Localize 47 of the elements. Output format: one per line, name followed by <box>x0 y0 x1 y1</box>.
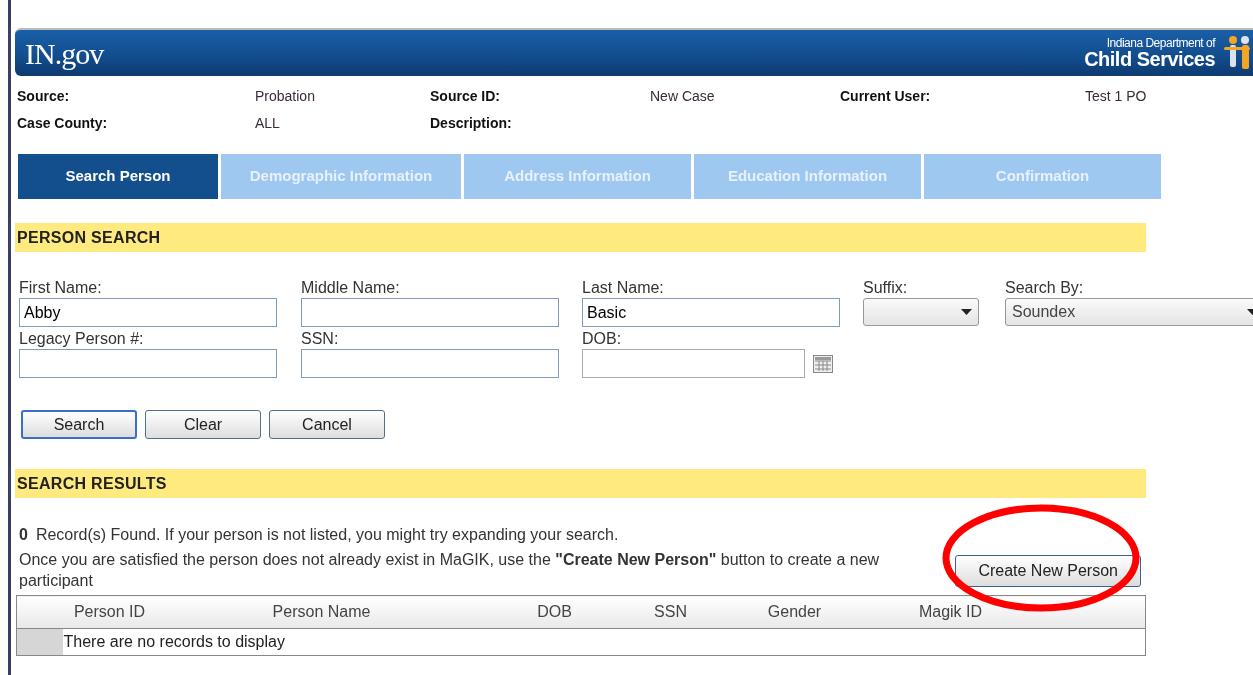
field-label: Case County: <box>17 115 108 131</box>
column-header: Magik ID <box>918 603 983 620</box>
column-header: Person ID <box>73 603 146 620</box>
site-logo[interactable]: IN.gov <box>25 30 104 76</box>
result-message: Record(s) Found. If your person is not listed, you might try expanding your search. <box>35 526 619 543</box>
field-label: Search By: <box>1005 278 1085 298</box>
input-field[interactable] <box>19 349 277 378</box>
field-label: Current User: <box>840 88 931 104</box>
dropdown[interactable]: Soundex <box>1005 298 1253 326</box>
calendar-icon[interactable] <box>813 354 833 373</box>
field-value: Probation <box>255 88 315 104</box>
form-button[interactable]: Cancel <box>269 410 385 439</box>
field-label: Suffix: <box>863 278 909 298</box>
input-field[interactable]: Basic <box>582 298 840 327</box>
field-value: Test 1 PO <box>1085 88 1147 104</box>
field-label: Last Name: <box>582 278 665 298</box>
field-label: SSN: <box>301 329 340 349</box>
section-header: SEARCH RESULTS <box>15 469 1146 498</box>
column-header: SSN <box>654 603 687 620</box>
input-field[interactable] <box>301 298 559 327</box>
agency-name: Child Services <box>1084 49 1215 69</box>
date-field[interactable] <box>582 349 805 378</box>
create-person-button[interactable]: Create New Person <box>955 555 1141 587</box>
form-button[interactable]: Clear <box>145 410 261 439</box>
column-header: Person Name <box>272 603 371 620</box>
field-value: ALL <box>255 115 280 131</box>
dropdown[interactable] <box>863 298 979 326</box>
field-label: Middle Name: <box>301 278 401 298</box>
empty-table-message: There are no records to display <box>63 633 285 650</box>
field-label: Description: <box>430 115 512 131</box>
agency-name: Indiana Department of <box>1105 37 1215 49</box>
input-field[interactable]: Abby <box>19 298 277 327</box>
field-value: New Case <box>650 88 715 104</box>
field-label: Source: <box>17 88 70 104</box>
instruction-text: Once you are satisfied the person does not already exist in MaGIK, use the "Create New Person" button to create a new participant <box>19 550 881 591</box>
field-label: First Name: <box>19 278 103 298</box>
form-button[interactable]: Search <box>21 410 137 439</box>
column-header: Gender <box>767 603 822 620</box>
field-label: Source ID: <box>430 88 500 104</box>
field-label: Legacy Person #: <box>19 329 145 349</box>
tab[interactable]: Search Person <box>18 154 218 199</box>
input-field[interactable] <box>301 349 559 378</box>
column-header: DOB <box>537 603 572 620</box>
dropdown-arrow-icon <box>961 309 972 315</box>
section-header: PERSON SEARCH <box>15 223 1146 252</box>
field-label: DOB: <box>582 329 623 349</box>
result-count: 0 <box>19 526 28 543</box>
